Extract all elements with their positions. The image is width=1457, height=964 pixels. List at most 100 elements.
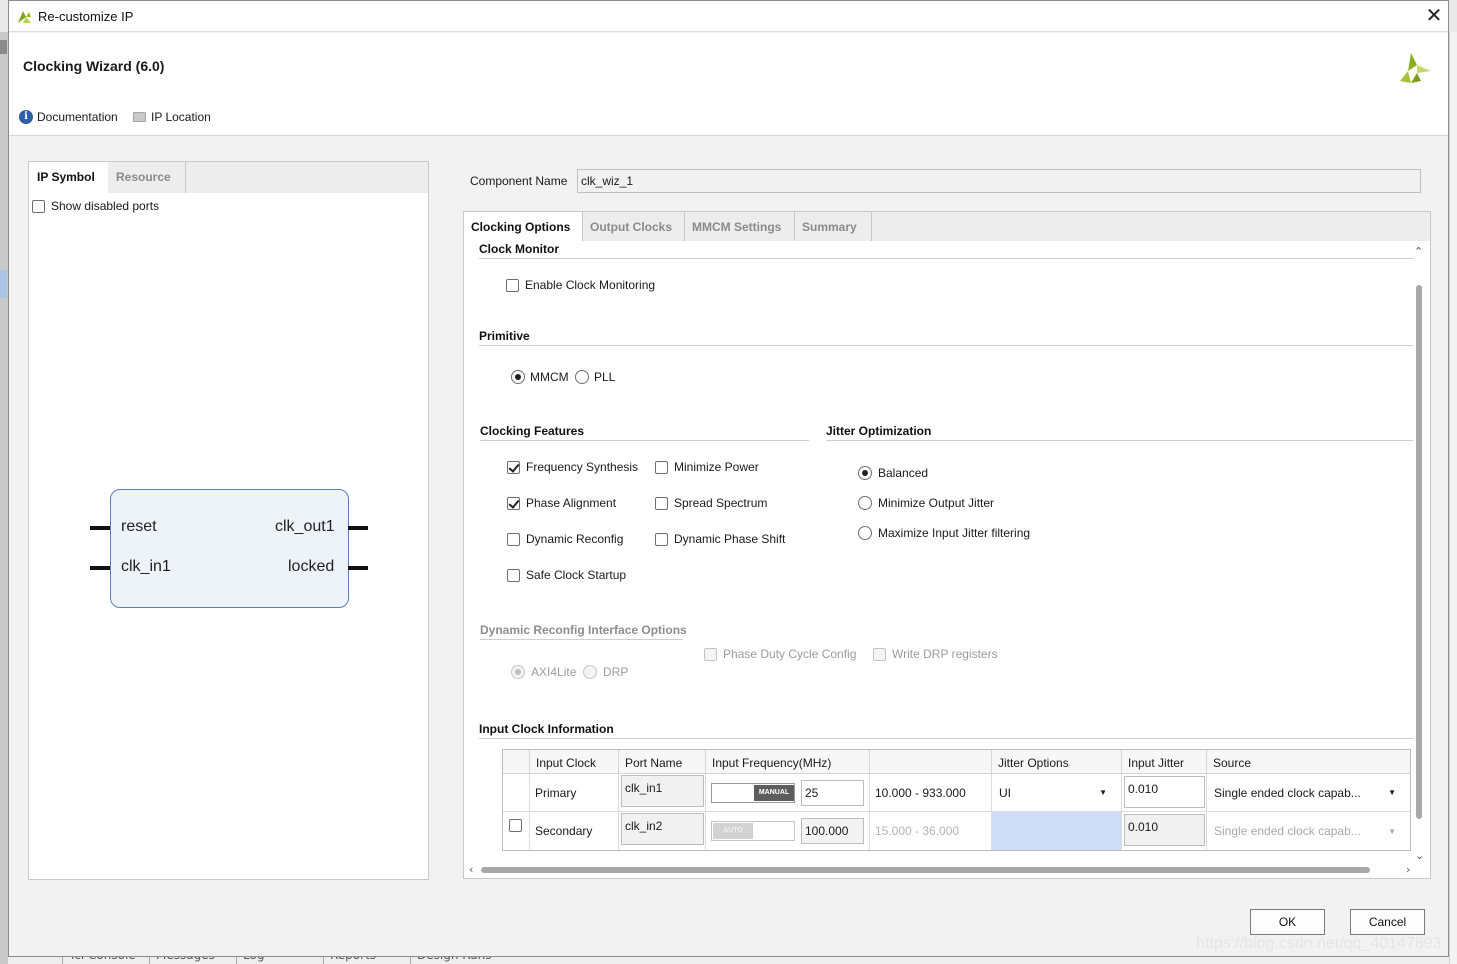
column-header-select: [503, 750, 530, 774]
ip-location-label: IP Location: [151, 110, 211, 124]
jitter-minimize-output-option[interactable]: Minimize Output Jitter: [858, 496, 994, 510]
secondary-frequency-input[interactable]: 100.000: [801, 818, 864, 844]
tab-clocking-options[interactable]: Clocking Options: [464, 212, 583, 241]
secondary-port-name-input[interactable]: clk_in2: [621, 813, 704, 845]
dynamic-reconfig-option[interactable]: Dynamic Reconfig: [507, 532, 623, 546]
secondary-input-clock-cell: Secondary: [530, 812, 619, 850]
scroll-left-icon[interactable]: ‹: [469, 863, 473, 876]
secondary-manual-auto-toggle[interactable]: AUTO: [711, 821, 795, 841]
primitive-pll-radio[interactable]: [575, 370, 589, 384]
dynamic-phase-shift-checkbox[interactable]: [655, 532, 668, 546]
primary-range-cell: 10.000 - 933.000: [870, 774, 992, 812]
horizontal-scrollbar-thumb[interactable]: [481, 867, 1370, 873]
secondary-clock-checkbox[interactable]: [509, 819, 522, 832]
primitive-mmcm-radio[interactable]: [511, 370, 525, 384]
section-clock-monitor: Clock Monitor: [479, 242, 559, 256]
close-icon[interactable]: ✕: [1421, 4, 1447, 28]
divider: [479, 738, 1413, 739]
primary-port-name-input[interactable]: clk_in1: [621, 775, 704, 807]
dynamic-phase-shift-option[interactable]: Dynamic Phase Shift: [655, 532, 785, 546]
frequency-synthesis-checkbox[interactable]: [507, 460, 520, 474]
phase-alignment-label: Phase Alignment: [526, 496, 617, 510]
primary-jitter-options-dropdown[interactable]: UI ▼: [992, 774, 1122, 812]
primary-frequency-input[interactable]: 25: [801, 780, 864, 806]
dynamic-reconfig-checkbox[interactable]: [507, 532, 520, 546]
secondary-jitter-options-cell[interactable]: [992, 812, 1122, 850]
divider: [479, 345, 1413, 346]
title-bar: Re-customize IP ✕: [9, 1, 1448, 32]
safe-clock-startup-option[interactable]: Safe Clock Startup: [507, 568, 626, 582]
tab-resource[interactable]: Resource: [108, 162, 186, 193]
documentation-label: Documentation: [37, 110, 118, 124]
dynamic-phase-shift-label: Dynamic Phase Shift: [674, 532, 786, 546]
vivado-icon: [18, 11, 31, 23]
drp-radio[interactable]: [583, 665, 597, 679]
component-name-input[interactable]: clk_wiz_1: [577, 169, 1421, 193]
column-header-port-name: Port Name: [619, 750, 706, 774]
enable-clock-monitoring-checkbox[interactable]: [506, 278, 519, 292]
tab-output-clocks[interactable]: Output Clocks: [583, 212, 685, 241]
phase-duty-cycle-checkbox[interactable]: [704, 647, 717, 661]
column-header-jitter-options: Jitter Options: [992, 750, 1122, 774]
secondary-source-dropdown[interactable]: Single ended clock capab... ▼: [1207, 812, 1410, 850]
documentation-link[interactable]: i Documentation: [19, 110, 118, 124]
scroll-right-icon[interactable]: ›: [1406, 863, 1410, 876]
show-disabled-ports-label: Show disabled ports: [51, 199, 160, 213]
watermark-text: https://blog.csdn.net/qq_40147893: [1196, 935, 1442, 952]
write-drp-option[interactable]: Write DRP registers: [873, 647, 998, 661]
axi4lite-radio[interactable]: [511, 665, 525, 679]
pin-clk-in1: [90, 566, 110, 570]
ok-button[interactable]: OK: [1250, 909, 1325, 935]
ip-symbol-block: [110, 489, 349, 608]
show-disabled-ports-checkbox[interactable]: [32, 199, 45, 213]
jitter-maximize-input-radio[interactable]: [858, 526, 872, 540]
phase-duty-cycle-label: Phase Duty Cycle Config: [723, 647, 857, 661]
phase-alignment-option[interactable]: Phase Alignment: [507, 496, 616, 510]
secondary-range-cell: 15.000 - 36.000: [870, 812, 992, 850]
jitter-balanced-radio[interactable]: [858, 466, 872, 480]
minimize-power-checkbox[interactable]: [655, 460, 668, 474]
primary-input-clock-cell: Primary: [530, 774, 619, 812]
minimize-power-option[interactable]: Minimize Power: [655, 460, 759, 474]
divider: [480, 639, 683, 640]
spread-spectrum-option[interactable]: Spread Spectrum: [655, 496, 767, 510]
phase-duty-cycle-option[interactable]: Phase Duty Cycle Config: [704, 647, 856, 661]
section-jitter-optimization: Jitter Optimization: [826, 424, 932, 438]
drp-option[interactable]: DRP: [583, 665, 628, 679]
cancel-button[interactable]: Cancel: [1350, 909, 1425, 935]
axi4lite-option[interactable]: AXI4Lite: [511, 665, 576, 679]
ip-location-link[interactable]: IP Location: [133, 110, 211, 124]
primitive-mmcm-option[interactable]: MMCM: [511, 370, 569, 384]
divider: [480, 440, 809, 441]
enable-clock-monitoring-option[interactable]: Enable Clock Monitoring: [506, 278, 655, 292]
tab-ip-symbol[interactable]: IP Symbol: [29, 162, 108, 193]
spread-spectrum-checkbox[interactable]: [655, 496, 668, 510]
ip-symbol-panel: IP Symbol Resource Show disabled ports r…: [28, 161, 429, 880]
write-drp-checkbox[interactable]: [873, 647, 886, 661]
minimize-power-label: Minimize Power: [674, 460, 759, 474]
phase-alignment-checkbox[interactable]: [507, 496, 520, 510]
jitter-minimize-output-radio[interactable]: [858, 496, 872, 510]
frequency-synthesis-option[interactable]: Frequency Synthesis: [507, 460, 638, 474]
scroll-up-icon[interactable]: ⌃: [1414, 245, 1423, 258]
secondary-input-jitter-input[interactable]: 0.010: [1124, 814, 1205, 846]
primitive-pll-option[interactable]: PLL: [575, 370, 615, 384]
left-tab-bar: IP Symbol Resource: [29, 162, 428, 193]
vertical-scrollbar-thumb[interactable]: [1416, 285, 1422, 819]
tab-mmcm-settings[interactable]: MMCM Settings: [685, 212, 795, 241]
show-disabled-ports-option[interactable]: Show disabled ports: [32, 199, 159, 213]
tab-summary[interactable]: Summary: [795, 212, 872, 241]
safe-clock-startup-checkbox[interactable]: [507, 568, 520, 582]
table-row-select-cell: [503, 774, 530, 812]
jitter-maximize-input-option[interactable]: Maximize Input Jitter filtering: [858, 526, 1030, 540]
primary-source-dropdown[interactable]: Single ended clock capab... ▼: [1207, 774, 1410, 812]
primary-input-jitter-input[interactable]: 0.010: [1124, 776, 1205, 808]
port-label-locked: locked: [288, 558, 335, 575]
jitter-balanced-option[interactable]: Balanced: [858, 466, 928, 480]
primary-source-value: Single ended clock capab...: [1214, 785, 1361, 800]
primary-manual-auto-toggle[interactable]: MANUAL: [711, 783, 795, 803]
pin-reset: [90, 526, 110, 530]
scroll-down-icon[interactable]: ⌄: [1415, 849, 1424, 862]
safe-clock-startup-label: Safe Clock Startup: [526, 568, 627, 582]
secondary-select-cell: [503, 812, 530, 850]
